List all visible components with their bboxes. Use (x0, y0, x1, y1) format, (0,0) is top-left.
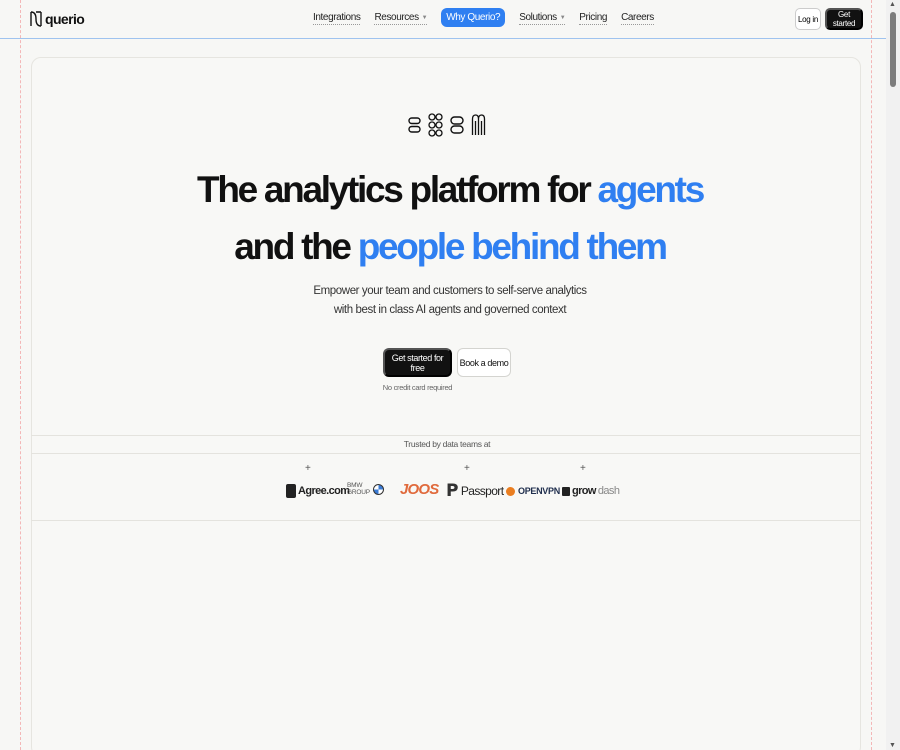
site-header: querio Integrations Resources ▼ Why Queri… (0, 0, 886, 38)
get-started-button[interactable]: Get started (825, 8, 863, 30)
nav-why-querio-label: Why Querio? (446, 12, 501, 23)
logo-bmw-text: BMW GROUP (347, 482, 370, 496)
logo-bmw-group: BMW GROUP (347, 482, 384, 496)
logo-openvpn: OPENVPN (506, 486, 560, 496)
nav-resources-label: Resources (374, 12, 419, 23)
customer-logos: Agree.com BMW GROUP JOOS 𝗣 Passport OPENV… (0, 478, 900, 506)
openvpn-mark-icon (506, 486, 515, 496)
chevron-down-icon: ▼ (559, 14, 566, 21)
scroll-thumb[interactable] (890, 12, 896, 87)
growdash-mark-icon (562, 486, 570, 496)
hero-section (31, 57, 861, 750)
hero-subtitle-line2: with best in class AI agents and governe… (333, 304, 567, 316)
book-demo-button[interactable]: Book a demo (457, 348, 511, 377)
nav-integrations[interactable]: Integrations (313, 12, 361, 25)
logo-joos: JOOS (400, 481, 439, 498)
login-button[interactable]: Log in (795, 8, 821, 30)
nav-careers-label: Careers (621, 12, 654, 23)
nav-solutions-label: Solutions (519, 12, 557, 23)
guide-line-left (20, 0, 21, 750)
brand-logo[interactable]: querio (30, 10, 85, 28)
vertical-scrollbar[interactable]: ▲ ▼ (886, 0, 900, 750)
logo-agree-text: Agree.com (298, 485, 350, 497)
chevron-down-icon: ▼ (421, 14, 428, 21)
trusted-by-label: Trusted by data teams at (403, 439, 491, 449)
logo-openvpn-text: OPENVPN (518, 486, 560, 496)
agree-mark-icon (286, 484, 296, 498)
hero-headline-line2: and the people behind them (0, 228, 900, 265)
section-divider-top (31, 435, 861, 436)
capsule-stack-icon (450, 116, 464, 134)
bmw-roundel-icon (372, 483, 384, 495)
brand-name: querio (45, 11, 85, 27)
nav-integrations-label: Integrations (313, 12, 361, 23)
logo-growdash: grow dash (562, 485, 620, 497)
logo-agree: Agree.com (286, 484, 350, 498)
plus-icon: + (305, 463, 311, 474)
guide-line-right (871, 0, 872, 750)
no-credit-card-note: No credit card required (382, 383, 453, 392)
logo-growdash-grow: grow (572, 485, 596, 497)
header-divider (0, 38, 886, 39)
section-divider-bottom (31, 520, 861, 521)
querio-logo-icon (30, 11, 42, 27)
headline-highlight-people: people behind them (357, 226, 668, 267)
logo-passport: 𝗣 Passport (446, 481, 504, 500)
headline-line2-text: and the (234, 226, 358, 267)
hero-icon-row (408, 113, 486, 137)
logo-passport-text: Passport (460, 483, 504, 498)
headline-highlight-agents: agents (597, 169, 706, 210)
nav-solutions[interactable]: Solutions ▼ (519, 12, 566, 25)
plus-icon: + (580, 463, 586, 474)
arches-icon (471, 114, 486, 135)
nav-why-querio[interactable]: Why Querio? (441, 8, 506, 27)
hero-subtitle-line1: Empower your team and customers to self-… (313, 285, 587, 297)
bmw-line2: GROUP (347, 489, 370, 496)
get-started-free-button[interactable]: Get started for free (383, 348, 452, 377)
main-nav: Integrations Resources ▼ Why Querio? Solu… (313, 8, 668, 27)
pill-stack-icon (408, 117, 421, 133)
headline-line1-text: The analytics platform for (197, 169, 598, 210)
hero-headline-line1: The analytics platform for agents (0, 171, 900, 208)
section-divider-mid (31, 453, 861, 454)
passport-mark-icon: 𝗣 (446, 481, 458, 500)
circle-grid-icon (428, 113, 443, 137)
nav-resources[interactable]: Resources ▼ (374, 12, 428, 25)
scroll-down-icon[interactable]: ▼ (889, 742, 896, 749)
scroll-up-icon[interactable]: ▲ (889, 1, 896, 8)
logo-growdash-dash: dash (597, 485, 620, 497)
bmw-line1: BMW (347, 482, 363, 489)
nav-careers[interactable]: Careers (621, 12, 654, 25)
nav-pricing[interactable]: Pricing (579, 12, 607, 25)
plus-icon: + (464, 463, 470, 474)
nav-pricing-label: Pricing (579, 12, 608, 23)
